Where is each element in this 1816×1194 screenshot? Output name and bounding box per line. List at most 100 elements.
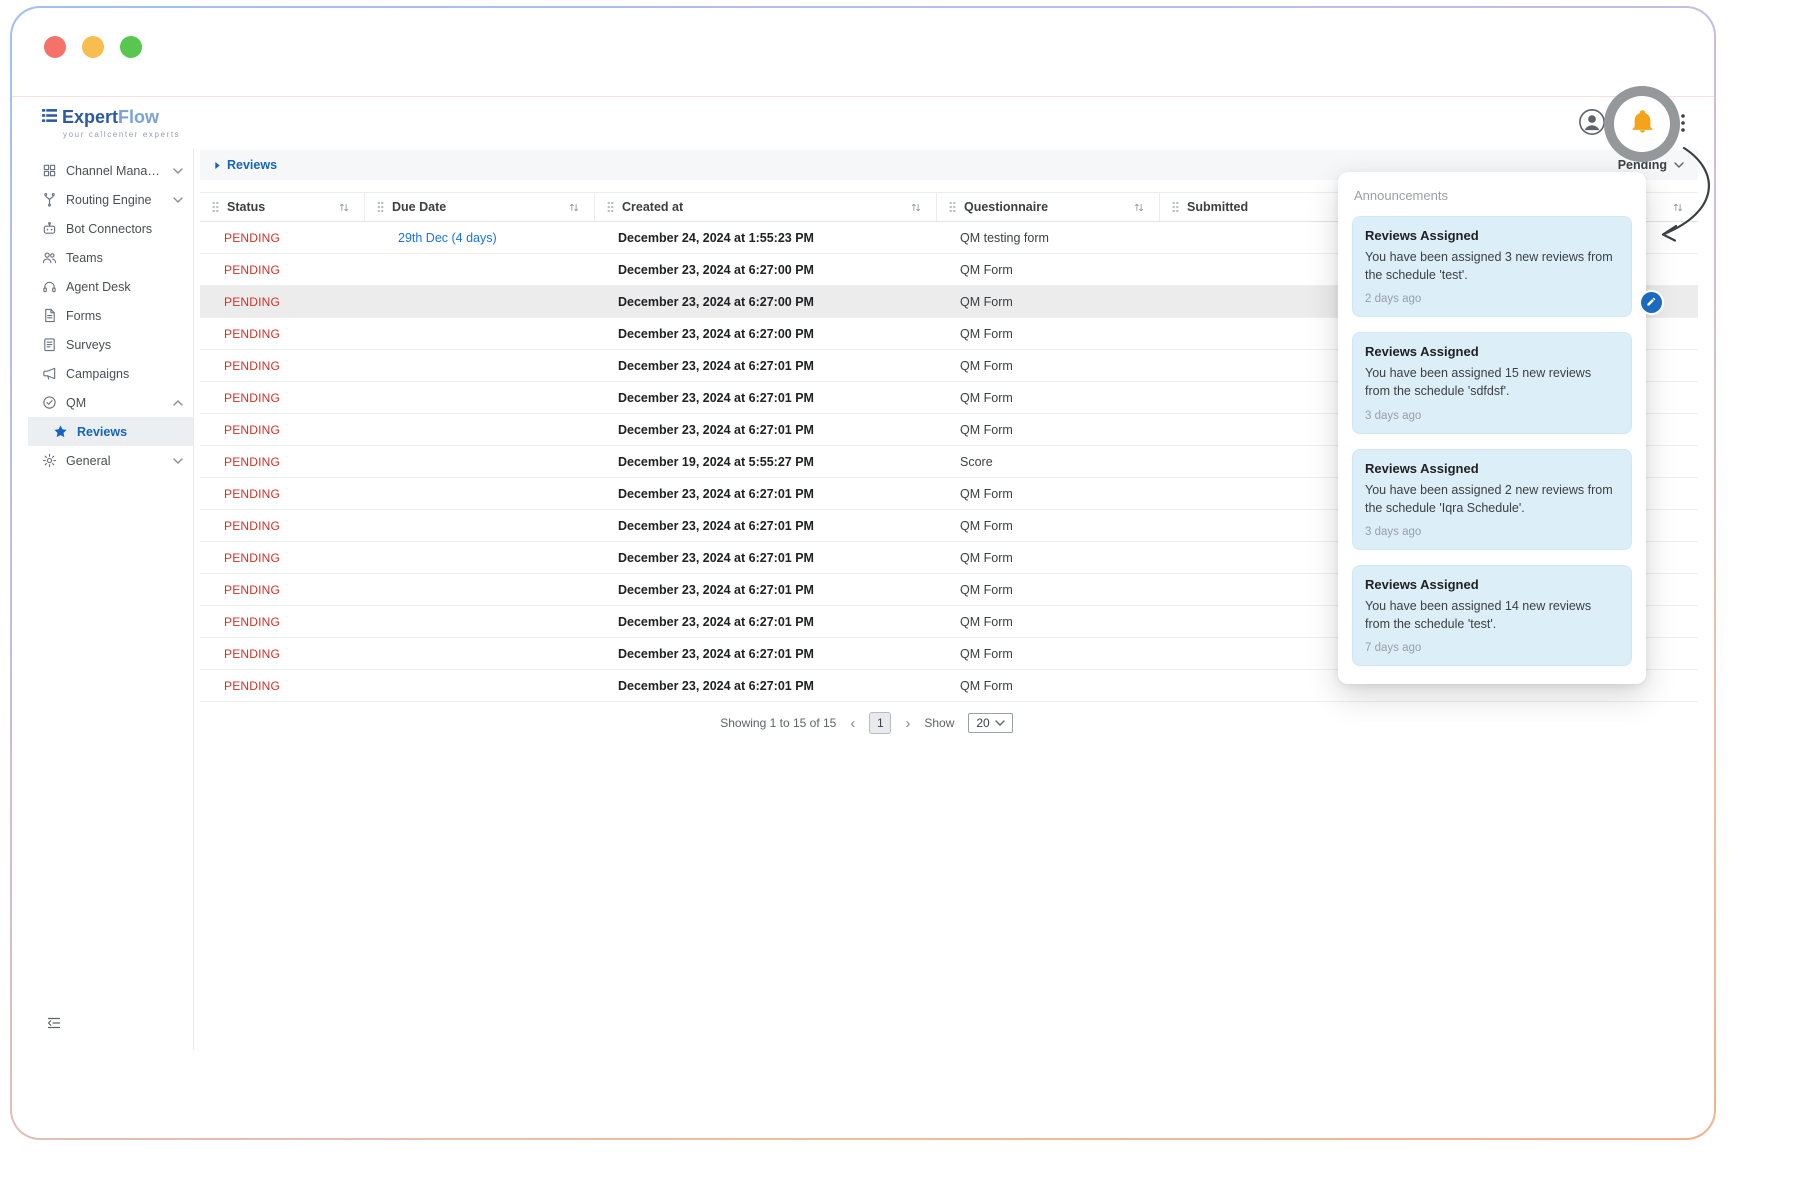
bell-icon bbox=[1629, 108, 1656, 140]
announcement-time: 2 days ago bbox=[1365, 293, 1619, 305]
column-header-due-date: Due Date bbox=[364, 193, 594, 221]
sidebar-item-campaigns[interactable]: Campaigns bbox=[28, 359, 193, 388]
cell-due bbox=[364, 542, 594, 573]
drag-handle-icon[interactable] bbox=[1172, 201, 1179, 213]
notification-bell-highlight bbox=[1604, 86, 1680, 162]
announcement-card[interactable]: Reviews AssignedYou have been assigned 3… bbox=[1352, 216, 1632, 317]
sidebar-item-label: Forms bbox=[66, 309, 101, 323]
zoom-button[interactable] bbox=[120, 36, 142, 58]
cell-status: PENDING bbox=[200, 318, 364, 349]
sidebar-item-reviews[interactable]: Reviews bbox=[28, 417, 193, 446]
sidebar-item-label: Reviews bbox=[77, 425, 127, 439]
brand-tagline: your callcenter experts bbox=[63, 130, 180, 139]
cell-questionnaire: QM Form bbox=[936, 286, 1159, 317]
sidebar-item-teams[interactable]: Teams bbox=[28, 243, 193, 272]
window-surface: ExpertFlow your callcenter experts Chann… bbox=[12, 8, 1714, 1138]
cell-created: December 23, 2024 at 6:27:01 PM bbox=[594, 670, 936, 701]
sidebar-item-routing-engine[interactable]: Routing Engine bbox=[28, 185, 193, 214]
user-avatar-icon[interactable] bbox=[1578, 108, 1606, 136]
announcement-body: You have been assigned 14 new reviews fr… bbox=[1365, 597, 1619, 633]
sidebar-item-label: Bot Connectors bbox=[66, 222, 152, 236]
sidebar-item-agent-desk[interactable]: Agent Desk bbox=[28, 272, 193, 301]
drag-handle-icon[interactable] bbox=[212, 201, 219, 213]
cell-status: PENDING bbox=[200, 382, 364, 413]
announcement-body: You have been assigned 3 new reviews fro… bbox=[1365, 248, 1619, 284]
sidebar-item-channel-manager[interactable]: Channel Manager bbox=[28, 156, 193, 185]
cell-status: PENDING bbox=[200, 222, 364, 253]
page-size-select[interactable]: 20 bbox=[968, 713, 1012, 733]
cell-status: PENDING bbox=[200, 606, 364, 637]
chevron-down-icon bbox=[173, 197, 183, 203]
drag-handle-icon[interactable] bbox=[377, 201, 384, 213]
cell-created: December 23, 2024 at 6:27:01 PM bbox=[594, 542, 936, 573]
cell-questionnaire: QM Form bbox=[936, 606, 1159, 637]
drag-handle-icon[interactable] bbox=[949, 201, 956, 213]
cell-created: December 23, 2024 at 6:27:00 PM bbox=[594, 254, 936, 285]
breadcrumb[interactable]: Reviews bbox=[214, 158, 277, 172]
column-header-questionnaire: Questionnaire bbox=[936, 193, 1159, 221]
sidebar-item-label: Routing Engine bbox=[66, 193, 151, 207]
titlebar bbox=[12, 8, 1714, 97]
column-header-status: Status bbox=[200, 193, 364, 221]
breadcrumb-label: Reviews bbox=[227, 158, 277, 172]
cell-status: PENDING bbox=[200, 286, 364, 317]
announcement-card[interactable]: Reviews AssignedYou have been assigned 1… bbox=[1352, 565, 1632, 666]
cell-status: PENDING bbox=[200, 638, 364, 669]
row-action-button[interactable] bbox=[1641, 292, 1662, 313]
close-button[interactable] bbox=[44, 36, 66, 58]
sidebar-item-general[interactable]: General bbox=[28, 446, 193, 475]
sort-icon[interactable] bbox=[910, 202, 922, 213]
cell-questionnaire: QM Form bbox=[936, 478, 1159, 509]
headset-icon bbox=[42, 279, 57, 294]
sidebar-item-label: General bbox=[66, 454, 110, 468]
grid-icon bbox=[42, 163, 57, 178]
page-number-button[interactable]: 1 bbox=[869, 712, 891, 734]
drag-handle-icon[interactable] bbox=[607, 201, 614, 213]
gear-icon bbox=[42, 453, 57, 468]
sidebar-item-label: Surveys bbox=[66, 338, 111, 352]
cell-questionnaire: QM Form bbox=[936, 350, 1159, 381]
cell-status: PENDING bbox=[200, 254, 364, 285]
notifications-button[interactable] bbox=[1614, 96, 1670, 152]
announcement-card[interactable]: Reviews AssignedYou have been assigned 1… bbox=[1352, 332, 1632, 433]
cell-due bbox=[364, 478, 594, 509]
announcement-time: 3 days ago bbox=[1365, 410, 1619, 422]
next-page-button[interactable]: › bbox=[905, 716, 910, 731]
collapse-sidebar-icon[interactable] bbox=[28, 1005, 193, 1050]
announcement-card[interactable]: Reviews AssignedYou have been assigned 2… bbox=[1352, 449, 1632, 550]
column-label: Due Date bbox=[392, 200, 446, 214]
sort-icon[interactable] bbox=[1133, 202, 1145, 213]
sidebar-item-qm[interactable]: QM bbox=[28, 388, 193, 417]
cell-due: 29th Dec (4 days) bbox=[364, 222, 594, 253]
sidebar-item-bot-connectors[interactable]: Bot Connectors bbox=[28, 214, 193, 243]
sidebar-item-forms[interactable]: Forms bbox=[28, 301, 193, 330]
cell-questionnaire: QM Form bbox=[936, 574, 1159, 605]
sort-icon[interactable] bbox=[338, 202, 350, 213]
chevron-down-icon bbox=[173, 168, 183, 174]
logo-mark-icon bbox=[42, 108, 57, 128]
kebab-menu-icon[interactable] bbox=[1680, 113, 1686, 138]
cell-status: PENDING bbox=[200, 350, 364, 381]
column-label: Questionnaire bbox=[964, 200, 1048, 214]
minimize-button[interactable] bbox=[82, 36, 104, 58]
page-size-value: 20 bbox=[976, 716, 989, 730]
survey-icon bbox=[42, 337, 57, 352]
cell-questionnaire: QM Form bbox=[936, 414, 1159, 445]
show-label: Show bbox=[924, 716, 954, 730]
cell-created: December 23, 2024 at 6:27:01 PM bbox=[594, 350, 936, 381]
sidebar-item-surveys[interactable]: Surveys bbox=[28, 330, 193, 359]
previous-page-button[interactable]: ‹ bbox=[850, 716, 855, 731]
cell-created: December 23, 2024 at 6:27:00 PM bbox=[594, 286, 936, 317]
sort-icon[interactable] bbox=[1672, 202, 1684, 213]
announcement-body: You have been assigned 2 new reviews fro… bbox=[1365, 481, 1619, 517]
document-icon bbox=[42, 308, 57, 323]
cell-questionnaire: QM Form bbox=[936, 318, 1159, 349]
check-circle-icon bbox=[42, 395, 57, 410]
chevron-up-icon bbox=[173, 400, 183, 406]
announcement-time: 3 days ago bbox=[1365, 526, 1619, 538]
cell-status: PENDING bbox=[200, 670, 364, 701]
sort-icon[interactable] bbox=[568, 202, 580, 213]
traffic-lights bbox=[44, 36, 142, 58]
pagination-summary: Showing 1 to 15 of 15 bbox=[720, 716, 836, 730]
bot-icon bbox=[42, 221, 57, 236]
